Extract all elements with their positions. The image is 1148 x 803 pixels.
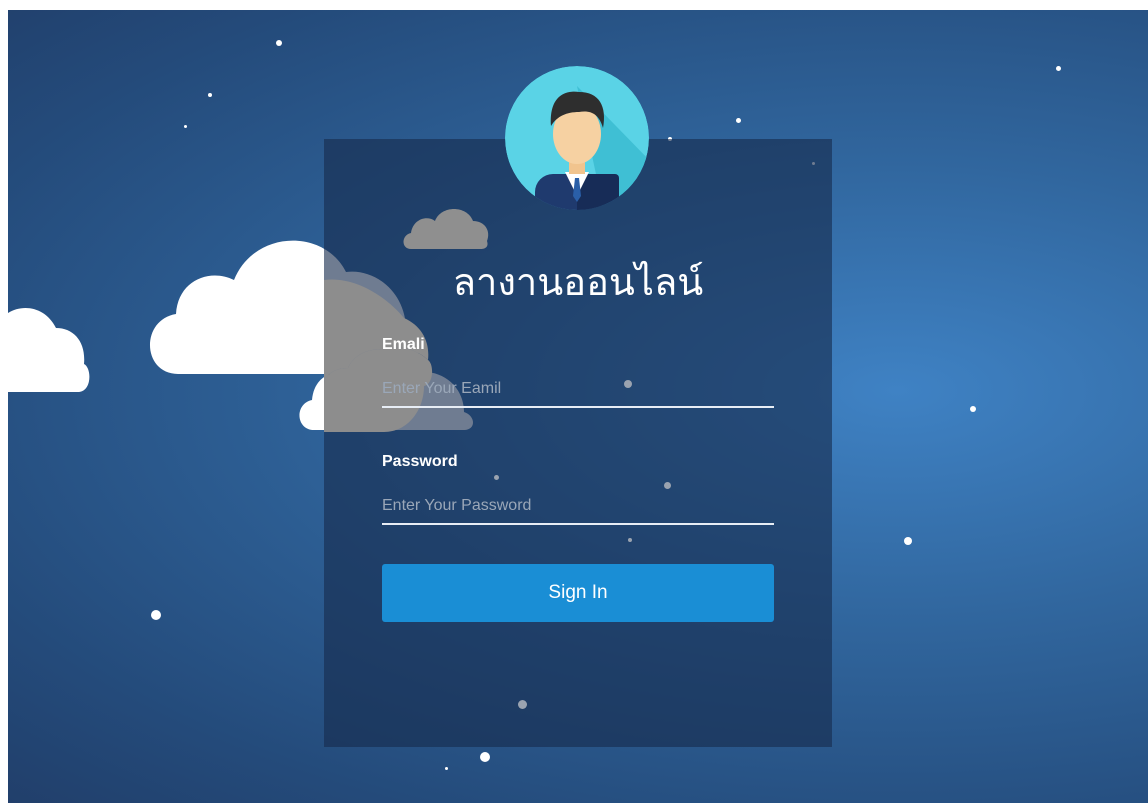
email-field[interactable] <box>382 372 774 408</box>
login-background: ลางานออนไลน์ Emali Password Sign In <box>8 10 1148 803</box>
page-title: ลางานออนไลน์ <box>452 260 704 304</box>
email-label: Emali <box>382 336 425 353</box>
snow-dot <box>276 40 282 46</box>
snow-dot <box>1056 66 1061 71</box>
snow-dot <box>736 118 741 123</box>
snow-dot <box>151 610 161 620</box>
password-label: Password <box>382 453 458 470</box>
cloud-icon <box>8 308 90 392</box>
cloud-icon <box>403 209 489 249</box>
snow-dot <box>184 125 187 128</box>
snow-dot <box>494 475 499 480</box>
snow-dot <box>624 380 632 388</box>
snow-dot <box>664 482 671 489</box>
snow-dot <box>445 767 448 770</box>
snow-dot <box>480 752 490 762</box>
snow-dot <box>628 538 632 542</box>
sign-in-button[interactable]: Sign In <box>382 564 774 622</box>
snow-dot <box>518 700 527 709</box>
snow-dot <box>970 406 976 412</box>
snow-dot <box>208 93 212 97</box>
user-avatar-icon <box>505 66 649 210</box>
snow-dot <box>904 537 912 545</box>
password-field[interactable] <box>382 489 774 525</box>
